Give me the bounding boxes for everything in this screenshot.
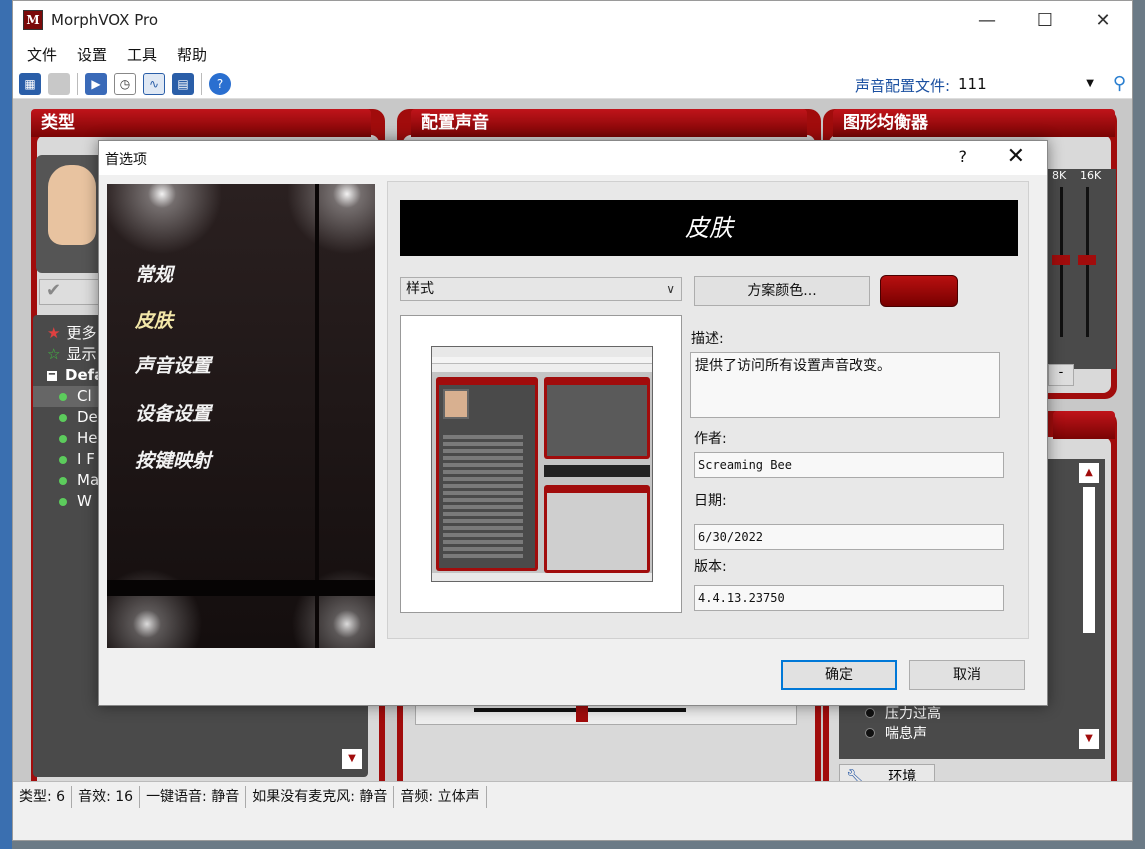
star-icon: ☆ [47, 345, 61, 363]
description-field: 提供了访问所有设置声音改变。 [690, 352, 1000, 418]
eq-thumb[interactable] [1078, 255, 1096, 265]
radio-icon [865, 708, 875, 718]
scheme-color-button[interactable]: 方案颜色... [694, 276, 870, 306]
profile-select[interactable]: 111 ▼ [952, 72, 1102, 96]
nav-stripe [107, 580, 375, 596]
active-dot-icon [59, 455, 67, 464]
scroll-down-icon[interactable]: ▼ [342, 749, 362, 769]
nav-item-skin[interactable]: 皮肤 [135, 306, 173, 333]
toolbar-separator [201, 72, 202, 95]
close-button[interactable]: ✕ [1074, 1, 1132, 39]
active-dot-icon [59, 392, 67, 401]
status-effects: 音效: 16 [72, 785, 141, 808]
active-dot-icon [59, 413, 67, 422]
author-field: Screaming Bee [694, 452, 1004, 478]
chevron-down-icon: ▼ [1086, 78, 1094, 89]
menu-file[interactable]: 文件 [17, 44, 67, 65]
check-icon[interactable]: ✔ [39, 279, 99, 305]
scheme-color-swatch[interactable] [880, 275, 958, 307]
list-item[interactable]: 压力过高 [865, 703, 941, 723]
mixer-icon[interactable]: ▤ [172, 72, 194, 95]
status-push-to-talk: 一键语音: 静音 [140, 785, 247, 808]
title-bar: M MorphVOX Pro — ☐ ✕ [13, 1, 1132, 39]
app-icon: M [23, 10, 43, 30]
skin-preview-image [431, 346, 653, 582]
effects-panel-header [1053, 411, 1115, 439]
menu-help[interactable]: 帮助 [167, 44, 217, 65]
list-item[interactable]: 喘息声 [865, 723, 927, 743]
active-dot-icon [59, 497, 67, 506]
collapse-icon: − [47, 368, 57, 381]
menu-settings[interactable]: 设置 [67, 44, 117, 65]
status-audio: 音频: 立体声 [394, 785, 487, 808]
active-dot-icon [59, 476, 67, 485]
skin-settings: 皮肤 样式 ∨ 方案颜色... 描述: 提供了访问所有设置声音改变。 作者: S… [387, 181, 1029, 639]
profile-label: 声音配置文件: [854, 77, 950, 95]
status-no-mic: 如果没有麦克风: 静音 [246, 785, 395, 808]
version-label: 版本: [694, 559, 727, 575]
ok-button[interactable]: 确定 [781, 660, 897, 690]
menu-tools[interactable]: 工具 [117, 44, 167, 65]
preferences-dialog: 首选项 ? ✕ 常规 皮肤 声音设置 设备设置 按键映射 皮肤 样式 ∨ 方案颜… [98, 140, 1048, 706]
voice-panel-header: 类型 [31, 109, 371, 137]
active-dot-icon [59, 434, 67, 443]
waveform-icon[interactable]: ∿ [143, 72, 165, 95]
nav-item-sound-settings[interactable]: 声音设置 [135, 351, 211, 378]
eq-panel-header: 图形均衡器 [833, 109, 1115, 137]
filter-icon[interactable]: ⚲ [1113, 73, 1126, 94]
style-select[interactable]: 样式 ∨ [400, 277, 682, 301]
eq-band-label: 8K [1052, 169, 1067, 182]
status-voices: 类型: 6 [13, 785, 73, 808]
description-label: 描述: [691, 331, 724, 347]
cancel-button[interactable]: 取消 [909, 660, 1025, 690]
radio-icon [865, 728, 875, 738]
dialog-close-button[interactable]: ✕ [1007, 144, 1025, 169]
app-title: MorphVOX Pro [51, 11, 158, 29]
scrollbar-thumb[interactable] [1083, 487, 1095, 633]
star-icon: ★ [47, 324, 61, 342]
nav-divider [315, 184, 319, 648]
version-field: 4.4.13.23750 [694, 585, 1004, 611]
eq-band-label: 16K [1080, 169, 1102, 182]
menu-bar: 文件 设置 工具 帮助 [13, 39, 1132, 69]
scroll-down-icon[interactable]: ▼ [1079, 729, 1099, 749]
scroll-up-icon[interactable]: ▲ [1079, 463, 1099, 483]
voice-library-icon[interactable]: ▦ [19, 72, 41, 95]
help-icon[interactable]: ? [209, 72, 231, 95]
toolbar-separator [77, 72, 78, 95]
tweak-panel-header: 配置声音 [411, 109, 807, 137]
keyboard-icon[interactable] [48, 72, 70, 95]
eq-sliders: 8K 16K [1046, 169, 1116, 369]
profile-value: 111 [958, 75, 987, 93]
nav-item-key-mapping[interactable]: 按键映射 [135, 446, 211, 473]
toolbar: ▦ ▶ ◷ ∿ ▤ ? 声音配置文件: 111 ▼ ⚲ [13, 69, 1132, 99]
device-icon[interactable]: ▶ [85, 72, 107, 95]
date-label: 日期: [694, 493, 727, 509]
preferences-nav: 常规 皮肤 声音设置 设备设置 按键映射 [107, 184, 375, 648]
page-title: 皮肤 [400, 200, 1018, 256]
eq-thumb[interactable] [1052, 255, 1070, 265]
dialog-title: 首选项 [105, 152, 147, 168]
date-field: 6/30/2022 [694, 524, 1004, 550]
chevron-down-icon: ∨ [666, 282, 675, 296]
maximize-button[interactable]: ☐ [1016, 1, 1074, 39]
style-select-value: 样式 [406, 281, 434, 297]
eq-minus-button[interactable]: - [1048, 364, 1074, 386]
minimize-button[interactable]: — [958, 1, 1016, 39]
avatar [48, 165, 96, 245]
voice-avatar-frame [36, 155, 104, 273]
timer-icon[interactable]: ◷ [114, 72, 136, 95]
slider-thumb[interactable] [576, 706, 588, 722]
author-label: 作者: [694, 431, 727, 447]
dialog-help-button[interactable]: ? [959, 147, 968, 166]
nav-item-general[interactable]: 常规 [135, 260, 173, 287]
nav-item-device-settings[interactable]: 设备设置 [135, 399, 211, 426]
status-bar: 类型: 6 音效: 16 一键语音: 静音 如果没有麦克风: 静音 音频: 立体… [13, 781, 1132, 811]
dialog-title-bar: 首选项 ? ✕ [99, 141, 1047, 175]
skin-preview [400, 315, 682, 613]
